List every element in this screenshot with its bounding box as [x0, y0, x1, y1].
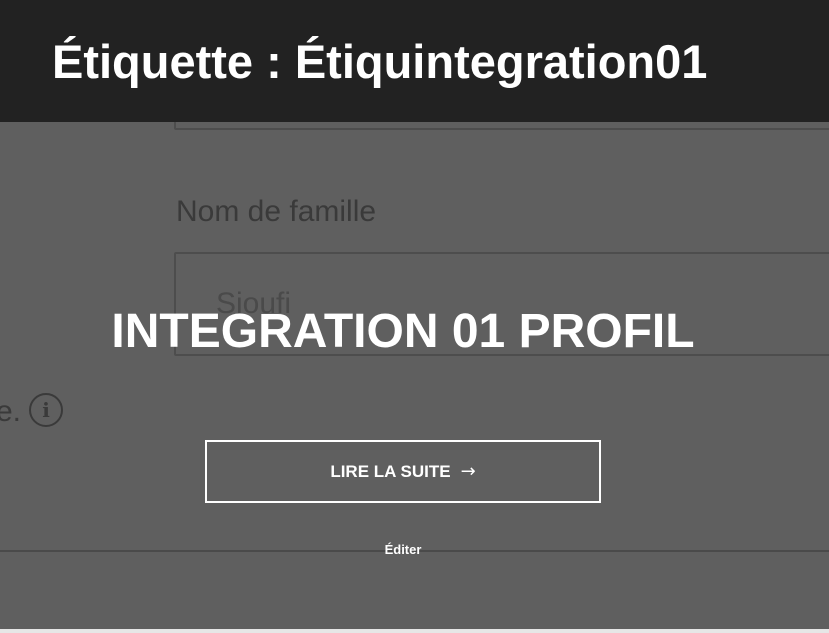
background-field-label: Nom de famille — [176, 195, 377, 228]
post-title-text[interactable]: INTEGRATION 01 PROFIL — [111, 305, 694, 358]
page-title: Étiquette : Étiquintegration01 — [52, 35, 708, 88]
page-header: Étiquette : Étiquintegration01 — [0, 0, 829, 122]
edit-link[interactable]: Éditer — [0, 541, 806, 559]
post-title[interactable]: INTEGRATION 01 PROFIL — [0, 300, 806, 364]
background-hint-text: e. — [0, 395, 22, 428]
page-bottom-edge — [0, 629, 829, 633]
read-more-button[interactable]: LIRE LA SUITE → — [205, 440, 601, 503]
read-more-label: LIRE LA SUITE — [330, 461, 451, 481]
background-input-field — [174, 122, 829, 130]
arrow-right-icon: → — [460, 461, 476, 482]
info-icon: i — [29, 393, 63, 427]
